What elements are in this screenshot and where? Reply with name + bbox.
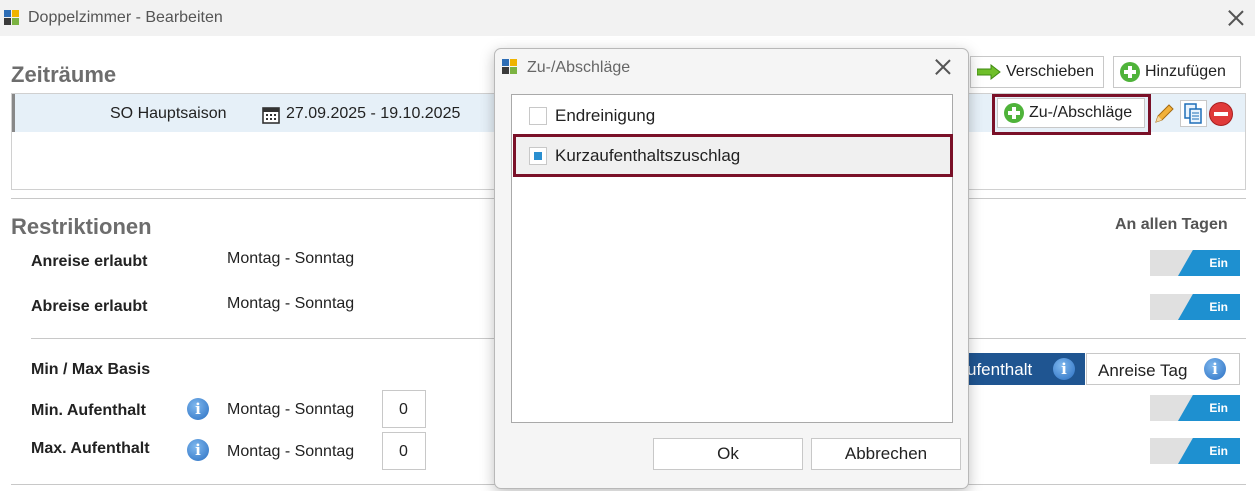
min-aufenthalt-input[interactable]: 0 xyxy=(382,390,426,428)
edit-pencil-icon[interactable] xyxy=(1153,102,1175,126)
kurzaufenthaltszuschlag-highlight xyxy=(513,134,953,177)
zu-abschlaege-highlight xyxy=(992,94,1151,135)
verschieben-label: Verschieben xyxy=(1006,63,1095,80)
abreise-toggle[interactable]: Ein xyxy=(1150,294,1240,320)
toggle-label: Ein xyxy=(1209,300,1228,314)
min-max-basis-label: Min / Max Basis xyxy=(31,361,151,378)
toggle-label: Ein xyxy=(1209,444,1228,458)
segment-aufenthalt[interactable]: ufenthalt i xyxy=(953,353,1085,385)
abreise-erlaubt-label: Abreise erlaubt xyxy=(31,298,148,315)
dialog-close-icon[interactable] xyxy=(935,59,951,75)
segment-anreise-tag-label: Anreise Tag xyxy=(1098,361,1188,380)
min-aufenthalt-toggle[interactable]: Ein xyxy=(1150,395,1240,421)
endreinigung-label: Endreinigung xyxy=(555,106,656,125)
anreise-toggle[interactable]: Ein xyxy=(1150,250,1240,276)
anreise-erlaubt-label: Anreise erlaubt xyxy=(31,253,148,270)
copy-button[interactable] xyxy=(1180,100,1207,127)
max-aufenthalt-days: Montag - Sonntag xyxy=(227,443,355,460)
max-aufenthalt-label: Max. Aufenthalt xyxy=(31,440,150,457)
calendar-icon xyxy=(262,106,280,124)
dialog-logo-icon xyxy=(502,59,518,75)
restriktionen-title: Restriktionen xyxy=(11,214,152,239)
arrow-right-icon xyxy=(976,63,1001,81)
window-title: Doppelzimmer - Bearbeiten xyxy=(28,9,223,26)
zu-abschlaege-list[interactable]: Endreinigung Kurzaufenthaltszuschlag xyxy=(511,94,953,423)
plus-icon xyxy=(1120,62,1140,82)
window-titlebar: Doppelzimmer - Bearbeiten xyxy=(0,0,1255,36)
segment-anreise-tag[interactable]: Anreise Tag i xyxy=(1086,353,1240,385)
toggle-label: Ein xyxy=(1209,256,1228,270)
anreise-erlaubt-value: Montag - Sonntag xyxy=(227,250,355,267)
min-aufenthalt-label: Min. Aufenthalt xyxy=(31,402,146,419)
verschieben-button[interactable]: Verschieben xyxy=(970,56,1104,88)
list-item-endreinigung[interactable]: Endreinigung xyxy=(513,96,951,134)
min-aufenthalt-days: Montag - Sonntag xyxy=(227,401,355,418)
info-icon[interactable]: i xyxy=(1204,358,1226,380)
toggle-label: Ein xyxy=(1209,401,1228,415)
min-aufenthalt-info-icon[interactable]: i xyxy=(187,398,209,420)
delete-icon[interactable] xyxy=(1209,102,1233,126)
app-logo-icon xyxy=(4,10,20,26)
segment-aufenthalt-label: ufenthalt xyxy=(967,360,1033,379)
max-aufenthalt-toggle[interactable]: Ein xyxy=(1150,438,1240,464)
info-icon[interactable]: i xyxy=(1053,358,1075,380)
copy-icon xyxy=(1181,101,1206,126)
dialog-title: Zu-/Abschläge xyxy=(527,59,631,76)
window-close-icon[interactable] xyxy=(1228,10,1244,26)
max-aufenthalt-input[interactable]: 0 xyxy=(382,432,426,470)
max-aufenthalt-info-icon[interactable]: i xyxy=(187,439,209,461)
period-date-range: 27.09.2025 - 19.10.2025 xyxy=(286,105,461,122)
period-name: SO Hauptsaison xyxy=(110,105,227,122)
period-row-accent xyxy=(12,94,15,132)
an-allen-tagen-label: An allen Tagen xyxy=(1115,216,1228,233)
ok-button[interactable]: Ok xyxy=(653,438,803,470)
hinzufuegen-label: Hinzufügen xyxy=(1145,63,1226,80)
abreise-erlaubt-value: Montag - Sonntag xyxy=(227,295,355,312)
hinzufuegen-button[interactable]: Hinzufügen xyxy=(1113,56,1241,88)
zu-abschlaege-dialog: Zu-/Abschläge Endreinigung Kurzaufenthal… xyxy=(494,48,969,489)
zeitraeume-title: Zeiträume xyxy=(11,62,117,87)
abbrechen-button[interactable]: Abbrechen xyxy=(811,438,961,470)
endreinigung-checkbox[interactable] xyxy=(529,107,547,125)
